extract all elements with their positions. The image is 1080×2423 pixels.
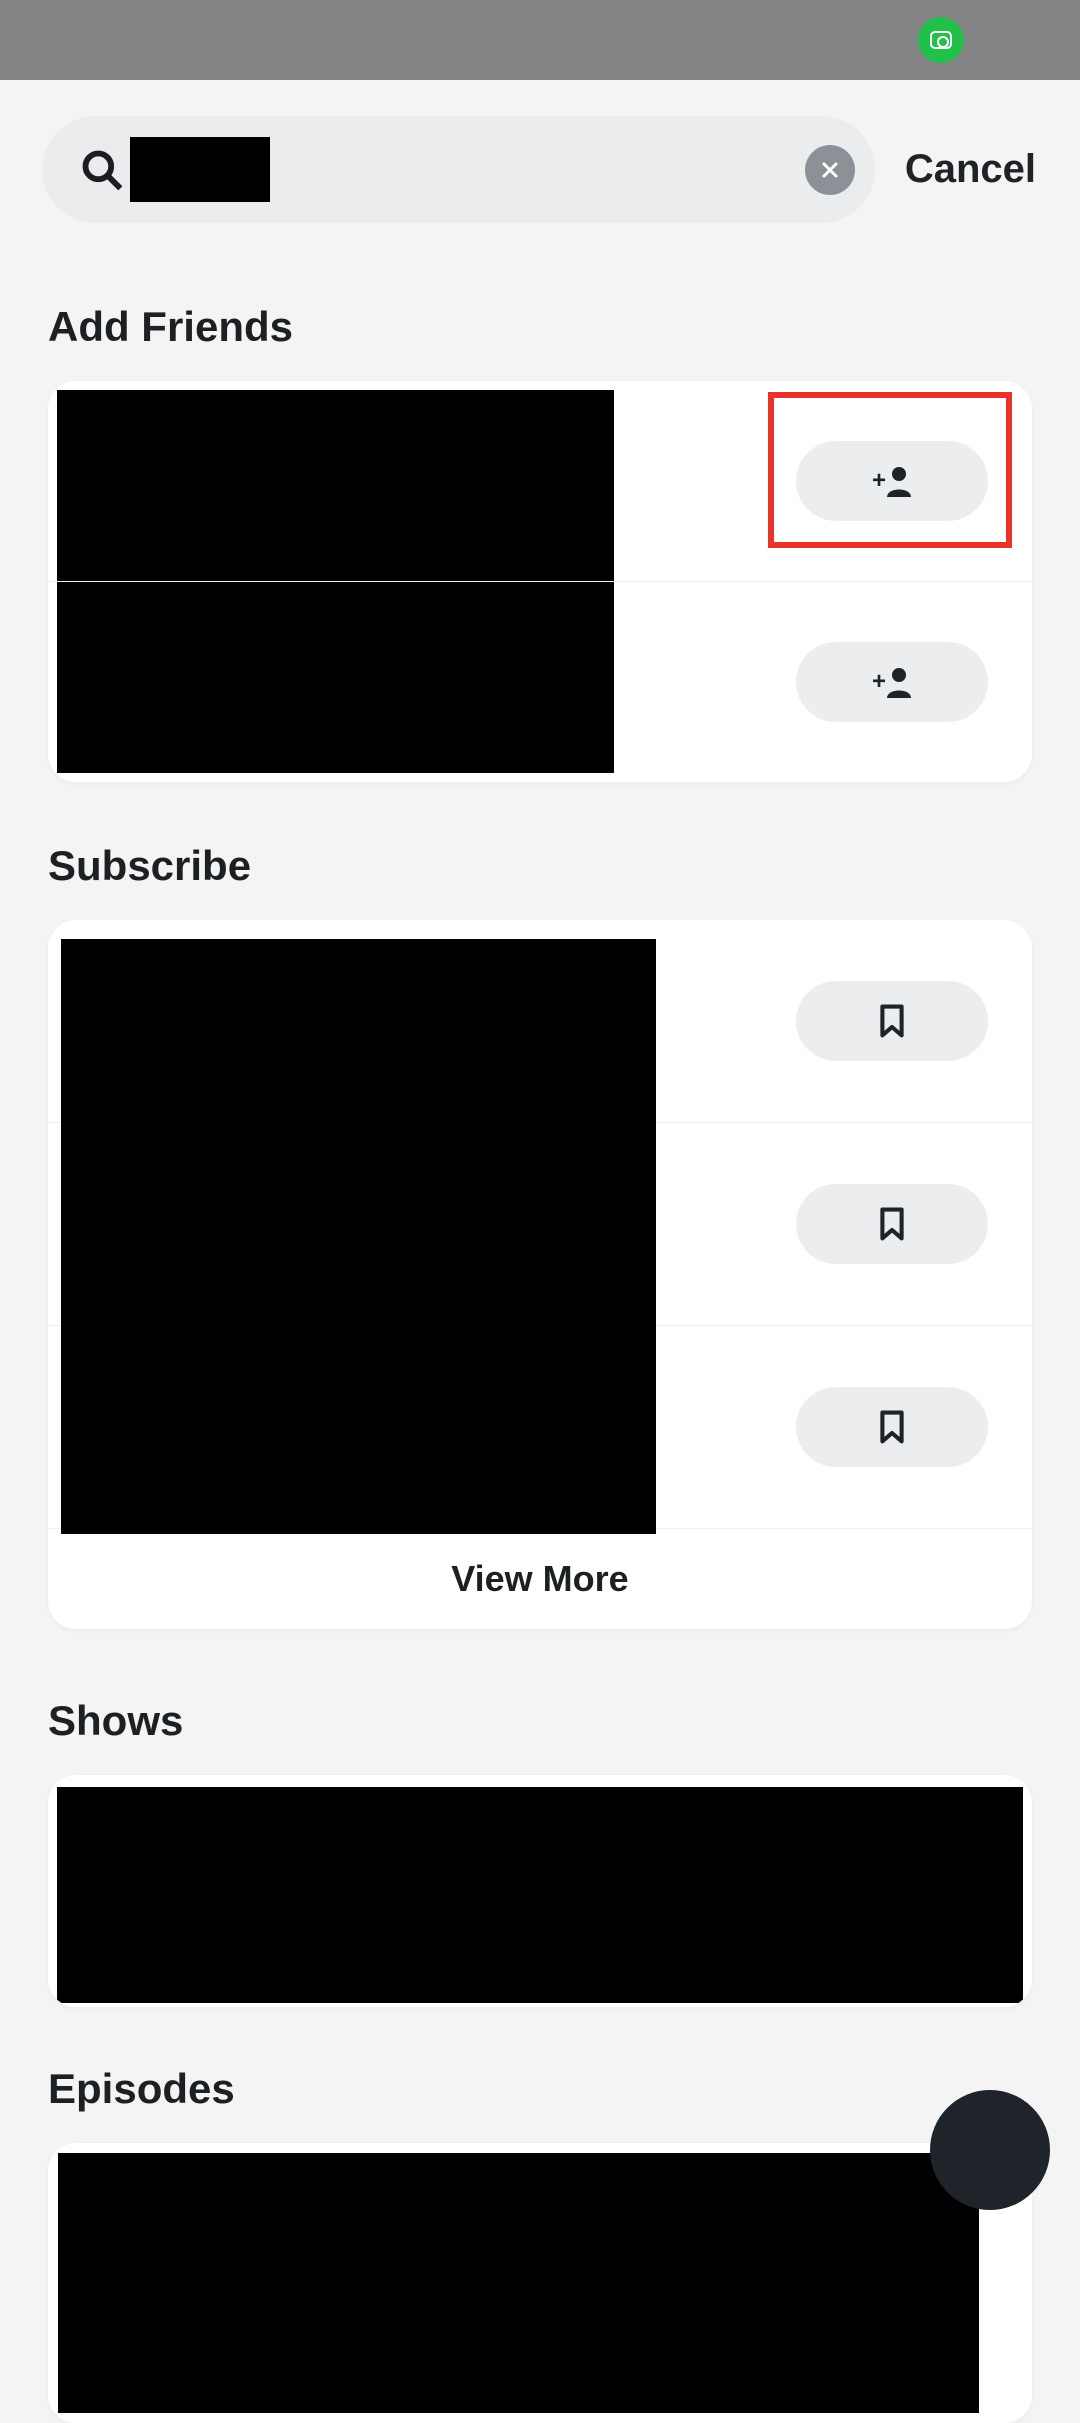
episodes-content-redacted <box>58 2153 979 2413</box>
search-icon <box>80 148 124 192</box>
subscribe-button[interactable] <box>796 1184 988 1264</box>
cancel-button[interactable]: Cancel <box>905 147 1050 192</box>
shows-content-redacted <box>57 1787 1023 2003</box>
search-query-redacted <box>130 137 270 202</box>
view-more-button[interactable]: View More <box>48 1529 1032 1629</box>
section-title-episodes: Episodes <box>48 2065 1032 2113</box>
subscribe-list-redacted <box>61 939 656 1534</box>
friend-row: + <box>48 582 1032 782</box>
content: Add Friends + + <box>0 303 1080 2423</box>
search-field[interactable] <box>42 116 875 223</box>
section-title-subscribe: Subscribe <box>48 842 1032 890</box>
episodes-card <box>48 2143 1032 2423</box>
add-friend-button[interactable]: + <box>796 441 988 521</box>
add-friend-button[interactable]: + <box>796 642 988 722</box>
status-bar <box>0 0 1080 80</box>
subscribe-card: View More <box>48 920 1032 1629</box>
friends-rows: + + <box>48 381 1032 782</box>
svg-text:+: + <box>872 467 886 494</box>
add-person-icon: + <box>870 463 914 499</box>
section-title-add-friends: Add Friends <box>48 303 1032 351</box>
search-header: Cancel <box>0 80 1080 223</box>
bookmark-icon <box>877 1409 907 1445</box>
section-title-shows: Shows <box>48 1697 1032 1745</box>
subscribe-body <box>48 920 1032 1529</box>
subscribe-button[interactable] <box>796 981 988 1061</box>
svg-text:+: + <box>872 668 886 695</box>
add-friends-card: + + <box>48 381 1032 782</box>
bookmark-icon <box>877 1206 907 1242</box>
friend-row: + <box>48 381 1032 582</box>
camera-app-icon <box>918 17 964 63</box>
add-person-icon: + <box>870 664 914 700</box>
bookmark-icon <box>877 1003 907 1039</box>
subscribe-button[interactable] <box>796 1387 988 1467</box>
clear-search-button[interactable] <box>805 145 855 195</box>
close-icon <box>820 160 840 180</box>
floating-action-button[interactable] <box>930 2090 1050 2210</box>
shows-card <box>48 1775 1032 2007</box>
